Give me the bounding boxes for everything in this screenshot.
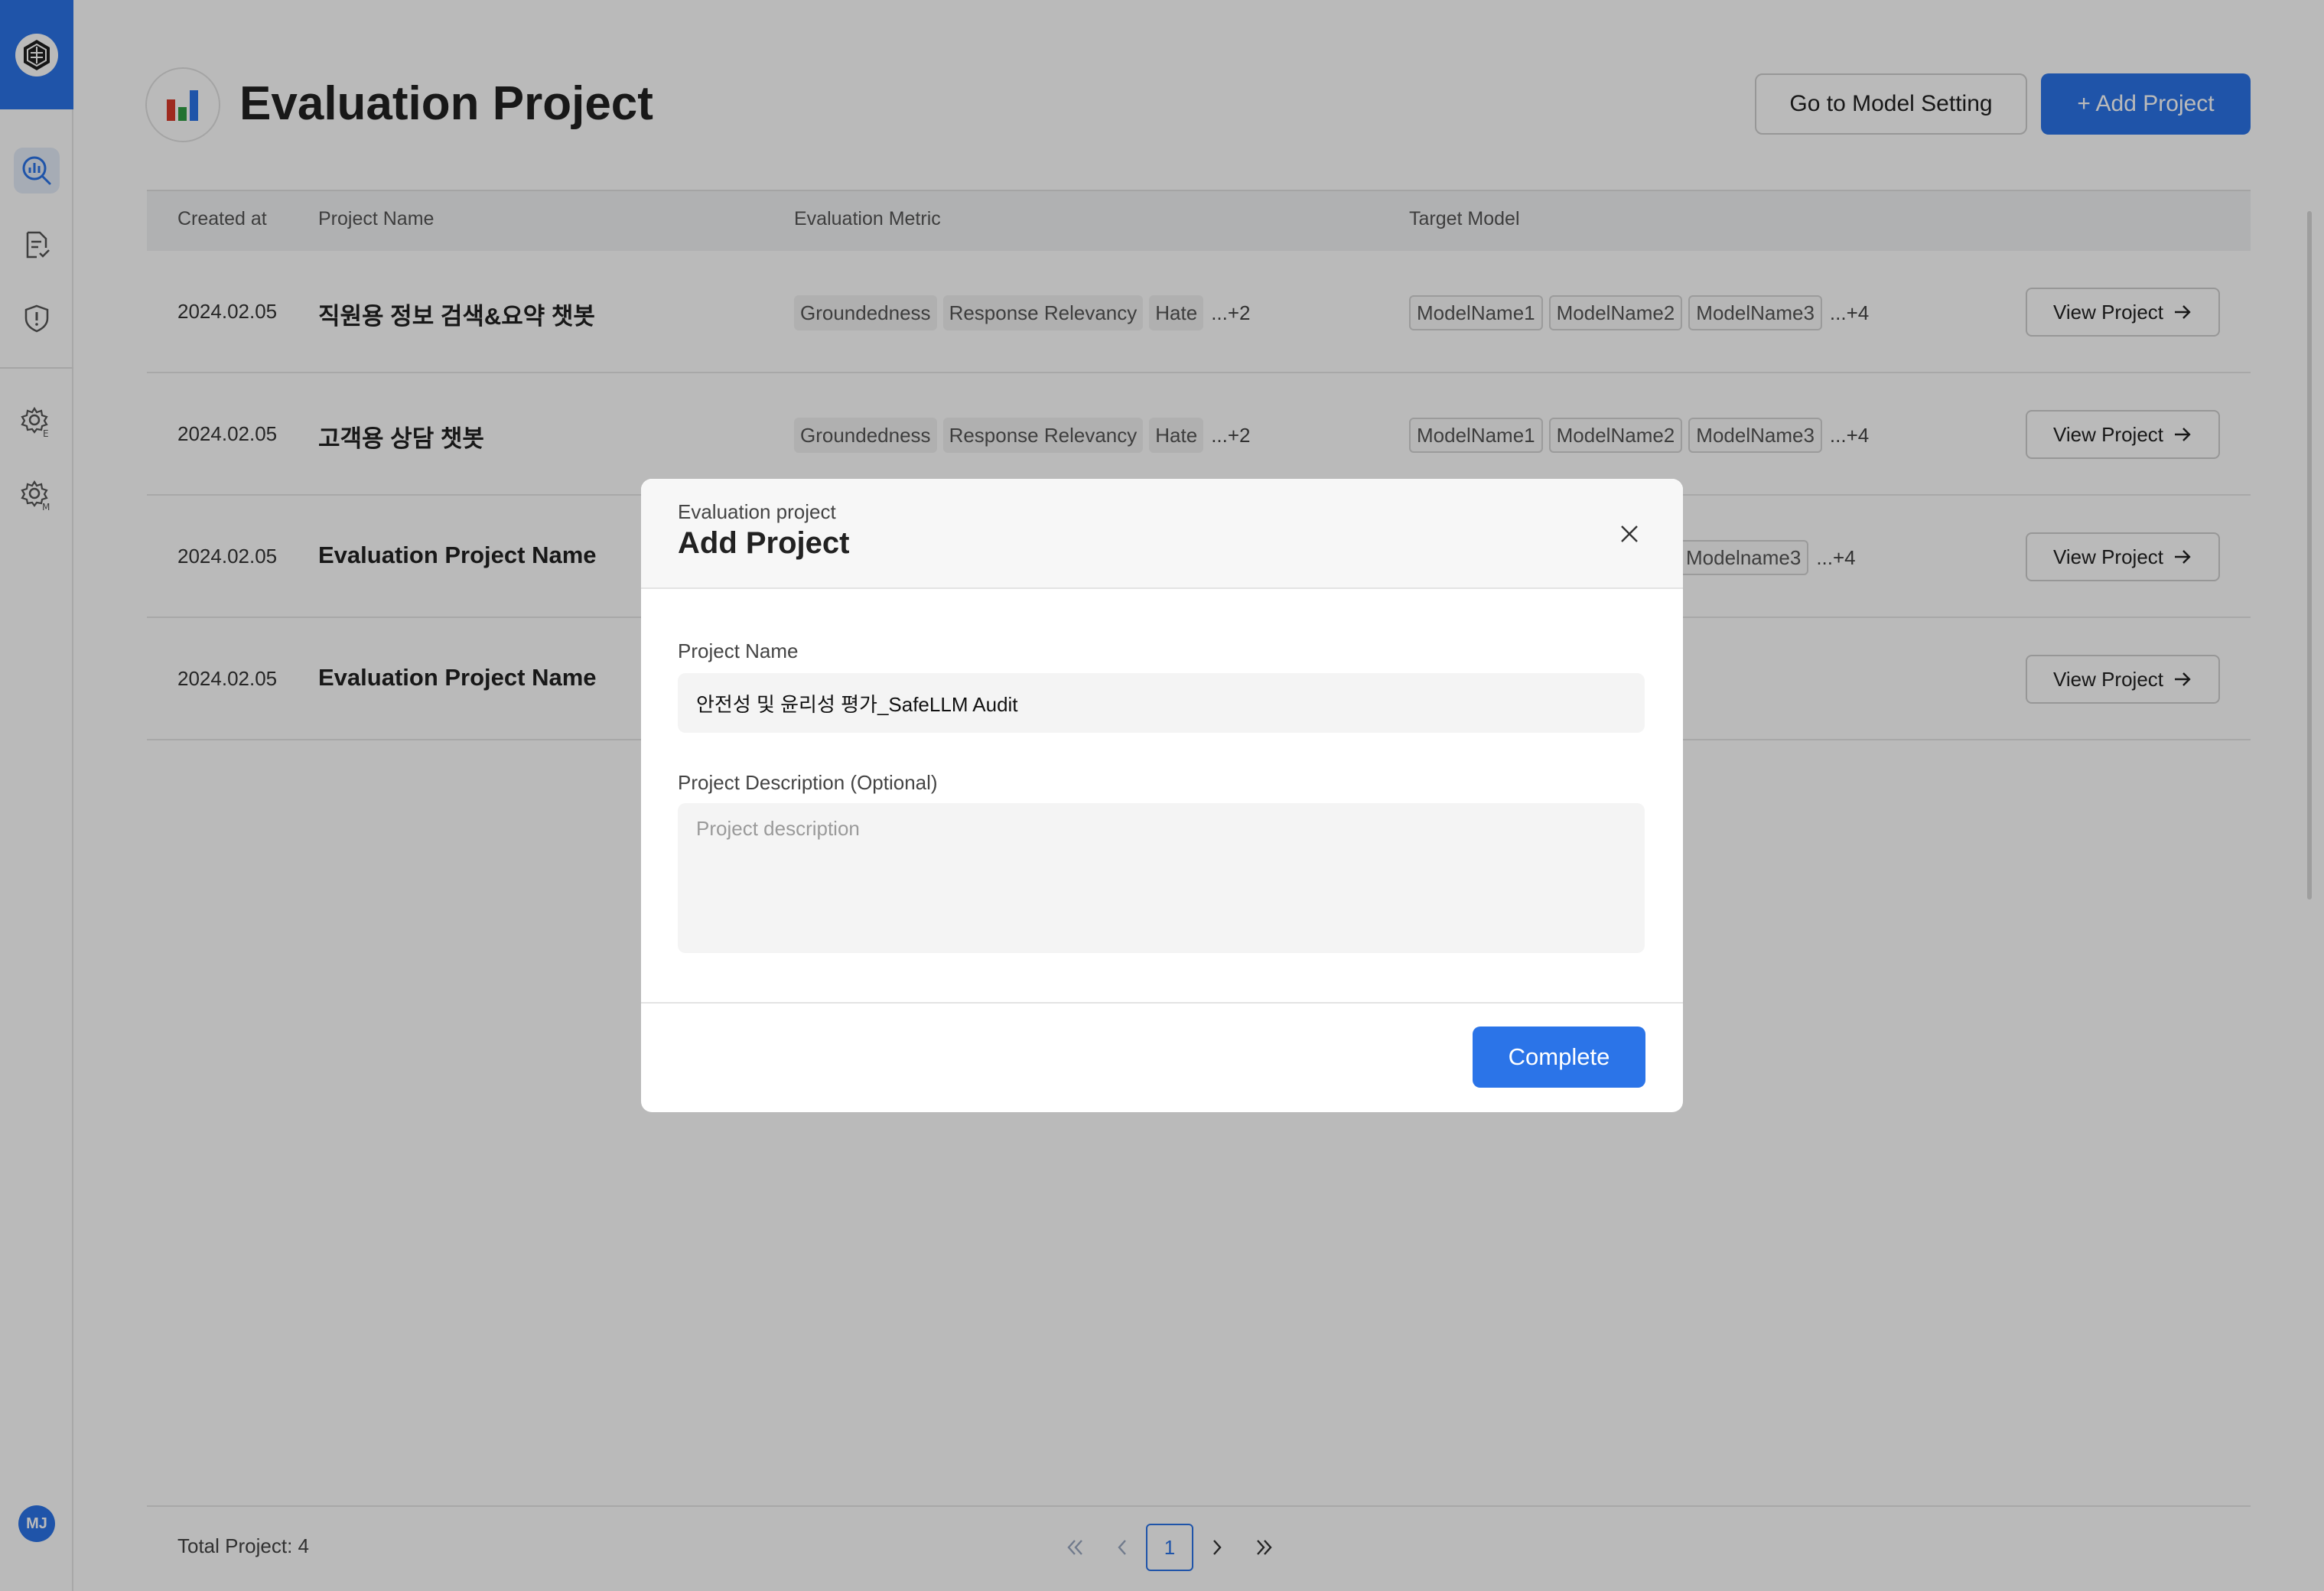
modal-header: Evaluation project Add Project: [641, 479, 1683, 589]
project-name-label: Project Name: [678, 639, 799, 662]
close-icon: [1621, 525, 1638, 542]
close-button[interactable]: [1613, 517, 1646, 551]
modal-footer-divider: [641, 1002, 1683, 1004]
modal-subtitle: Evaluation project: [678, 500, 836, 523]
complete-button[interactable]: Complete: [1473, 1027, 1645, 1088]
project-name-input[interactable]: [678, 673, 1645, 733]
project-description-label: Project Description (Optional): [678, 771, 938, 794]
add-project-modal: Evaluation project Add Project Project N…: [641, 479, 1683, 1112]
project-description-input[interactable]: [678, 803, 1645, 953]
modal-title: Add Project: [678, 526, 850, 560]
